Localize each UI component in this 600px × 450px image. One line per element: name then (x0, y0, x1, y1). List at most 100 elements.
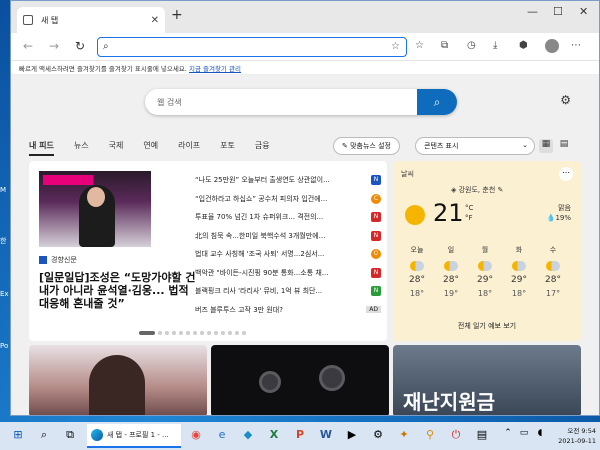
hero-headline[interactable]: [일문일답]조성은 “도망가야할 건 내가 아니라 윤석열·김웅... 법적 대… (39, 271, 199, 310)
forecast-day[interactable]: 수 28° 17° (537, 245, 569, 298)
pager-dot[interactable] (228, 331, 232, 335)
minimize-icon[interactable]: — (527, 5, 538, 18)
search-button[interactable]: ⌕ (417, 89, 457, 115)
list-item[interactable]: 버즈 블루투스 고작 3만 원대? AD (195, 301, 381, 320)
desktop-icon-label[interactable]: Ex (0, 290, 9, 298)
pager-dot[interactable] (214, 331, 218, 335)
taskbar-edge-window[interactable]: 새 탭 - 프로필 1 - ... (87, 424, 181, 448)
desktop-icon-label[interactable]: M (0, 186, 6, 194)
maximize-icon[interactable]: ☐ (553, 5, 563, 18)
top-stories-card: 경향신문 [일문일답]조성은 “도망가야할 건 내가 아니라 윤석열·김웅...… (29, 161, 387, 341)
tab-world[interactable]: 국제 (109, 140, 124, 156)
hero-image[interactable] (39, 171, 151, 247)
history-icon[interactable]: ◷ (467, 40, 476, 51)
list-item[interactable]: “나도 25만원” 오늘부터 출생연도 상관없이... N (195, 171, 381, 190)
power-app-icon[interactable]: ⏻ (448, 428, 464, 444)
grid-view-icon[interactable]: ▦ (539, 139, 553, 153)
forecast-day[interactable]: 화 29° 18° (503, 245, 535, 298)
list-item[interactable]: 백악관 "바이든-시진핑 90분 통화...소통 채... N (195, 264, 381, 283)
refresh-icon[interactable]: ↻ (75, 39, 85, 53)
news-image-card[interactable] (211, 345, 389, 415)
full-forecast-link[interactable]: 전체 일기 예보 보기 (393, 321, 581, 331)
list-item[interactable]: 블랙핑크 리사 '라리사' 뮤비, 1억 뷰 최단... N (195, 282, 381, 301)
new-tab-icon[interactable]: + (171, 7, 183, 23)
tab-finance[interactable]: 금융 (255, 140, 270, 156)
pager-dot[interactable] (172, 331, 176, 335)
tab-photo[interactable]: 포토 (220, 140, 235, 156)
favorites-icon[interactable]: ☆ (415, 40, 424, 51)
pager-dot[interactable] (165, 331, 169, 335)
desktop-icon-label[interactable]: 한 (0, 236, 6, 246)
tab-title: 새 탭 (41, 15, 59, 25)
powerpoint-icon[interactable]: P (292, 428, 308, 444)
forecast-day[interactable]: 오늘 28° 18° (401, 245, 433, 298)
notes-icon[interactable]: ▤ (474, 428, 490, 444)
weather-location[interactable]: ◈ 강원도, 춘천 ✎ (451, 185, 503, 195)
media-icon[interactable]: ▶ (344, 428, 360, 444)
address-bar[interactable]: ⌕ ☆ (97, 37, 407, 57)
pager-dot[interactable] (207, 331, 211, 335)
download-icon[interactable]: ⤓ (493, 40, 497, 51)
search-icon[interactable]: ⌕ (36, 428, 52, 444)
web-search-box[interactable]: 웹 검색 ⌕ (145, 89, 457, 115)
news-image-card[interactable] (29, 345, 207, 415)
tab-life[interactable]: 라이프 (178, 140, 200, 156)
extensions-icon[interactable]: ⬢ (519, 40, 528, 51)
favorite-icon[interactable]: ☆ (391, 41, 400, 52)
tab-new-tab[interactable]: 새 탭 ✕ (17, 7, 165, 33)
settings-icon[interactable]: ⚙ (370, 428, 386, 444)
tray-chevron-icon[interactable]: ⌃ (500, 428, 516, 444)
pager-dot[interactable] (200, 331, 204, 335)
tab-entertainment[interactable]: 연예 (143, 140, 158, 156)
forward-icon[interactable]: → (49, 39, 59, 53)
list-view-icon[interactable]: ▤ (557, 139, 571, 153)
title-bar: 새 탭 ✕ + — ☐ ✕ (11, 1, 599, 33)
start-icon[interactable]: ⊞ (10, 428, 26, 444)
weather-condition: 맑음 💧19% (546, 204, 571, 222)
forecast-day[interactable]: 일 28° 19° (435, 245, 467, 298)
word-icon[interactable]: W (318, 428, 334, 444)
collections-icon[interactable]: ⧉ (441, 40, 448, 51)
desktop-icon-label[interactable]: Po (0, 342, 8, 350)
tab-news[interactable]: 뉴스 (74, 140, 89, 156)
pager-dot[interactable] (179, 331, 183, 335)
page-settings-icon[interactable]: ⚙ (560, 93, 571, 107)
back-icon[interactable]: ← (23, 39, 33, 53)
task-view-icon[interactable]: ⧉ (62, 428, 78, 444)
magnifier-icon[interactable]: ⚲ (422, 428, 438, 444)
window-close-icon[interactable]: ✕ (579, 5, 588, 18)
forecast-day[interactable]: 월 29° 18° (469, 245, 501, 298)
pager-dot[interactable] (193, 331, 197, 335)
pager-dot[interactable] (158, 331, 162, 335)
list-item[interactable]: 北의 침묵 속...한미일 북핵수석 3개월만에... N (195, 227, 381, 246)
ie-icon[interactable]: e (214, 428, 230, 444)
app-icon[interactable]: ◆ (240, 428, 256, 444)
profile-avatar[interactable] (545, 39, 559, 53)
excel-icon[interactable]: X (266, 428, 282, 444)
chrome-icon[interactable]: ◉ (188, 428, 204, 444)
news-image-card[interactable]: 재난지원금 (393, 345, 581, 415)
pager-dot[interactable] (186, 331, 190, 335)
more-icon[interactable]: ⋯ (571, 40, 581, 51)
personalize-button[interactable]: ✎ 맞춤뉴스 설정 (333, 137, 400, 155)
search-icon: ⌕ (103, 41, 109, 52)
pager-dot[interactable] (242, 331, 246, 335)
tool-icon[interactable]: ✦ (396, 428, 412, 444)
more-icon[interactable]: ⋯ (559, 167, 573, 181)
manage-favorites-link[interactable]: 지금 즐겨찾기 관리 (189, 65, 241, 73)
network-icon[interactable]: ▭ (516, 428, 532, 444)
favorites-bar-text: 빠르게 액세스하려면 즐겨찾기를 즐겨찾기 표시줄에 넣으세요. (19, 65, 187, 73)
volume-icon[interactable]: ◖ (532, 428, 548, 444)
content-visibility-dropdown[interactable]: 콘텐츠 표시 ⌄ (415, 137, 535, 155)
tab-my-feed[interactable]: 내 피드 (29, 140, 54, 156)
pager-dot[interactable] (139, 331, 155, 335)
pager-dot[interactable] (235, 331, 239, 335)
forecast-low: 18° (511, 289, 527, 298)
list-item[interactable]: 법대 교수 사칭해 '조국 사퇴' 서명...2심서... O (195, 245, 381, 264)
pager-dot[interactable] (221, 331, 225, 335)
system-clock[interactable]: 오전 9:54 2021-09-11 (558, 426, 596, 446)
list-item[interactable]: 투표율 70% 넘긴 1차 슈퍼위크... 격전의... N (195, 208, 381, 227)
unit-toggle[interactable]: °C °F (465, 203, 473, 223)
close-icon[interactable]: ✕ (151, 15, 159, 26)
list-item[interactable]: “입건하라고 하십쇼” 공수처 피의자 입건에... C (195, 190, 381, 209)
